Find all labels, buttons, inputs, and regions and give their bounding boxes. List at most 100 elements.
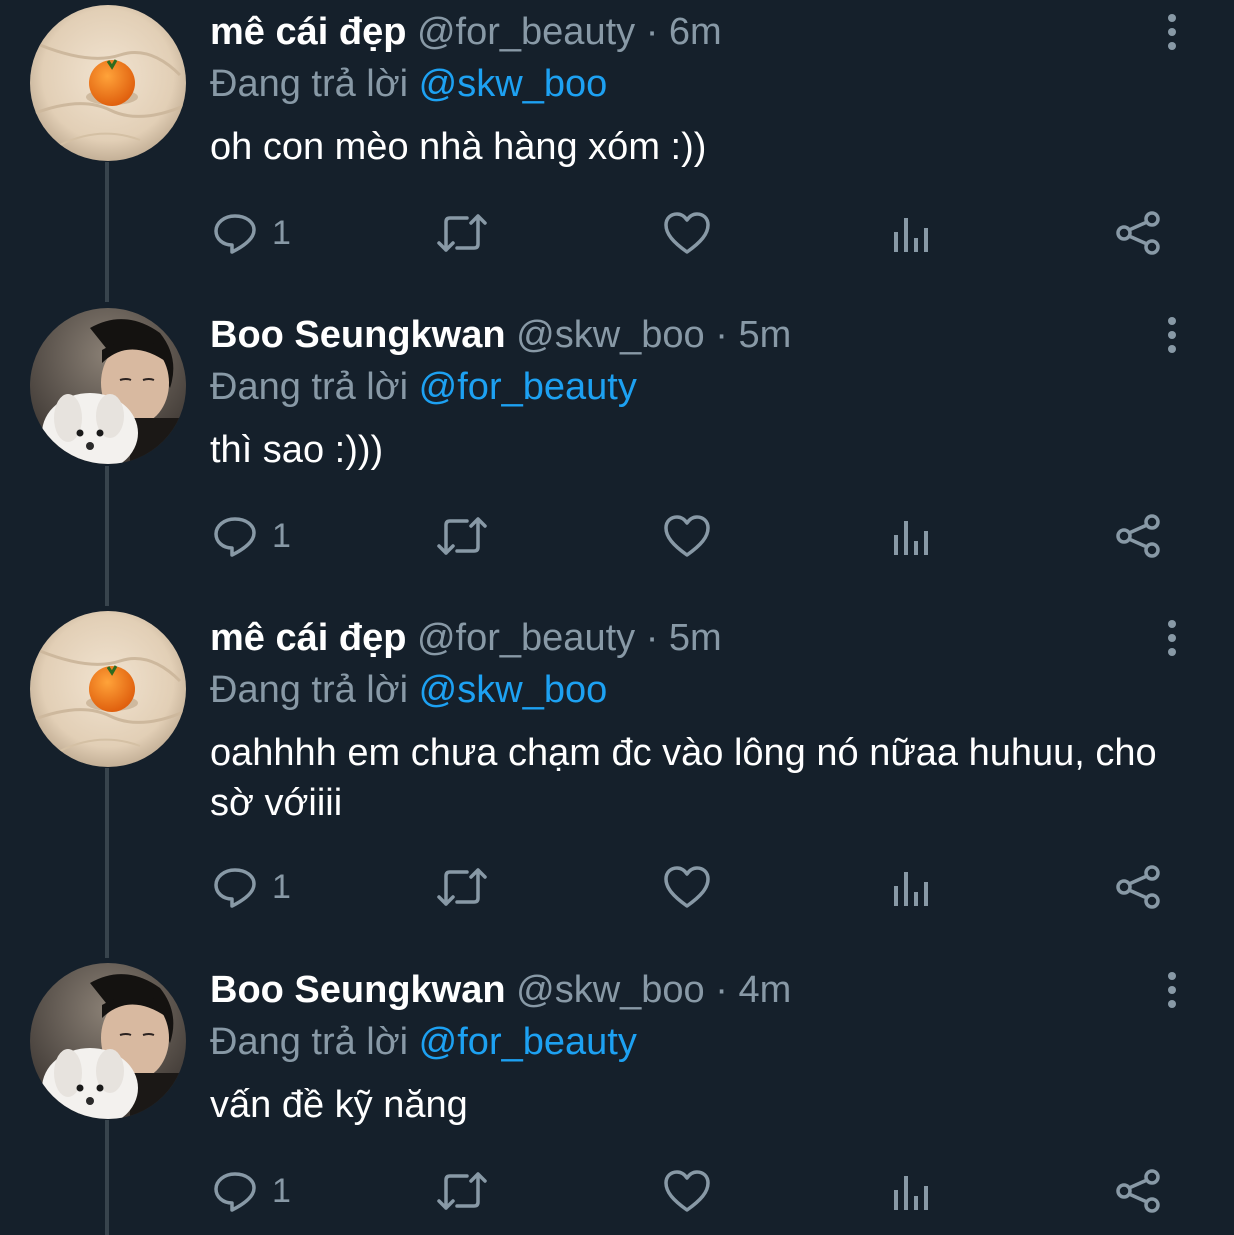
analytics-button[interactable] bbox=[892, 511, 932, 561]
analytics-icon bbox=[894, 1176, 928, 1210]
share-button[interactable] bbox=[1114, 862, 1162, 912]
like-button[interactable] bbox=[663, 208, 711, 258]
avatar[interactable] bbox=[30, 611, 186, 767]
reply-mention[interactable]: @for_beauty bbox=[419, 366, 637, 408]
tweet-header: mê cái đẹp @for_beauty · 5m bbox=[210, 612, 1174, 664]
separator-dot: · bbox=[715, 969, 728, 1011]
more-options-button[interactable] bbox=[1162, 317, 1182, 357]
tweet-actions: 1 bbox=[210, 1166, 1170, 1216]
person-with-dog-avatar-icon bbox=[30, 308, 186, 464]
reply-prefix: Đang trả lời bbox=[210, 63, 409, 105]
orange-on-blanket-avatar-icon bbox=[30, 5, 186, 161]
reply-icon bbox=[214, 517, 256, 557]
timestamp[interactable]: 4m bbox=[738, 969, 791, 1011]
tweet-header: Boo Seungkwan @skw_boo · 5m bbox=[210, 309, 1174, 361]
tweet-text: oahhhh em chưa chạm đc vào lông nó nữaa … bbox=[210, 732, 1157, 824]
reply-icon bbox=[214, 868, 256, 908]
replying-to: Đang trả lời @skw_boo bbox=[210, 58, 1174, 110]
timestamp[interactable]: 5m bbox=[738, 314, 791, 356]
share-button[interactable] bbox=[1114, 208, 1162, 258]
timestamp[interactable]: 6m bbox=[669, 11, 722, 53]
author-name[interactable]: mê cái đẹp bbox=[210, 11, 406, 53]
tweet-text: thì sao :))) bbox=[210, 429, 384, 471]
tweet-header: mê cái đẹp @for_beauty · 6m bbox=[210, 6, 1174, 58]
reply-prefix: Đang trả lời bbox=[210, 366, 409, 408]
thread-line bbox=[105, 162, 109, 302]
separator-dot: · bbox=[645, 11, 659, 53]
retweet-button[interactable] bbox=[435, 511, 489, 561]
reply-count: 1 bbox=[272, 1171, 291, 1210]
reply-mention[interactable]: @skw_boo bbox=[419, 63, 608, 105]
retweet-icon bbox=[437, 517, 487, 555]
avatar[interactable] bbox=[30, 963, 186, 1119]
share-button[interactable] bbox=[1114, 511, 1162, 561]
heart-icon bbox=[664, 866, 710, 908]
tweet-actions: 1 bbox=[210, 208, 1170, 258]
author-name[interactable]: Boo Seungkwan bbox=[210, 314, 506, 356]
share-icon bbox=[1116, 865, 1160, 909]
thread-line bbox=[105, 768, 109, 958]
analytics-button[interactable] bbox=[892, 208, 932, 258]
reply-mention[interactable]: @for_beauty bbox=[419, 1021, 637, 1063]
thread-line bbox=[105, 466, 109, 606]
replying-to: Đang trả lời @for_beauty bbox=[210, 1016, 1174, 1068]
heart-icon bbox=[664, 212, 710, 254]
tweet-actions: 1 bbox=[210, 511, 1170, 561]
reply-prefix: Đang trả lời bbox=[210, 669, 409, 711]
author-name[interactable]: mê cái đẹp bbox=[210, 617, 406, 659]
thread-line bbox=[105, 1120, 109, 1235]
reply-icon bbox=[214, 214, 256, 254]
author-handle[interactable]: @for_beauty bbox=[417, 617, 635, 659]
author-name[interactable]: Boo Seungkwan bbox=[210, 969, 506, 1011]
heart-icon bbox=[664, 1170, 710, 1212]
replying-to: Đang trả lời @for_beauty bbox=[210, 361, 1174, 413]
reply-button[interactable]: 1 bbox=[212, 1166, 291, 1216]
more-options-button[interactable] bbox=[1162, 14, 1182, 54]
avatar[interactable] bbox=[30, 308, 186, 464]
separator-dot: · bbox=[645, 617, 659, 659]
share-icon bbox=[1116, 514, 1160, 558]
orange-on-blanket-avatar-icon bbox=[30, 611, 186, 767]
timestamp[interactable]: 5m bbox=[669, 617, 722, 659]
analytics-icon bbox=[894, 521, 928, 555]
replying-to: Đang trả lời @skw_boo bbox=[210, 664, 1174, 716]
tweet-text: oh con mèo nhà hàng xóm :)) bbox=[210, 126, 707, 168]
tweet-text: vấn đề kỹ năng bbox=[210, 1084, 468, 1126]
reply-button[interactable]: 1 bbox=[212, 511, 291, 561]
avatar[interactable] bbox=[30, 5, 186, 161]
reply-count: 1 bbox=[272, 516, 291, 555]
person-with-dog-avatar-icon bbox=[30, 963, 186, 1119]
more-options-button[interactable] bbox=[1162, 972, 1182, 1012]
analytics-button[interactable] bbox=[892, 1166, 932, 1216]
separator-dot: · bbox=[715, 314, 728, 356]
like-button[interactable] bbox=[663, 1166, 711, 1216]
share-button[interactable] bbox=[1114, 1166, 1162, 1216]
reply-mention[interactable]: @skw_boo bbox=[419, 669, 608, 711]
reply-prefix: Đang trả lời bbox=[210, 1021, 409, 1063]
share-icon bbox=[1116, 1169, 1160, 1213]
retweet-icon bbox=[437, 214, 487, 252]
more-options-button[interactable] bbox=[1162, 620, 1182, 660]
tweet-actions: 1 bbox=[210, 862, 1170, 912]
reply-count: 1 bbox=[272, 213, 291, 252]
heart-icon bbox=[664, 515, 710, 557]
retweet-icon bbox=[437, 1172, 487, 1210]
reply-button[interactable]: 1 bbox=[212, 862, 291, 912]
analytics-icon bbox=[894, 872, 928, 906]
like-button[interactable] bbox=[663, 862, 711, 912]
reply-count: 1 bbox=[272, 867, 291, 906]
reply-icon bbox=[214, 1172, 256, 1212]
author-handle[interactable]: @skw_boo bbox=[516, 314, 705, 356]
share-icon bbox=[1116, 211, 1160, 255]
retweet-button[interactable] bbox=[435, 862, 489, 912]
retweet-button[interactable] bbox=[435, 1166, 489, 1216]
author-handle[interactable]: @for_beauty bbox=[417, 11, 635, 53]
reply-button[interactable]: 1 bbox=[212, 208, 291, 258]
author-handle[interactable]: @skw_boo bbox=[516, 969, 705, 1011]
analytics-button[interactable] bbox=[892, 862, 932, 912]
retweet-button[interactable] bbox=[435, 208, 489, 258]
tweet-header: Boo Seungkwan @skw_boo · 4m bbox=[210, 964, 1174, 1016]
retweet-icon bbox=[437, 868, 487, 906]
like-button[interactable] bbox=[663, 511, 711, 561]
analytics-icon bbox=[894, 218, 928, 252]
